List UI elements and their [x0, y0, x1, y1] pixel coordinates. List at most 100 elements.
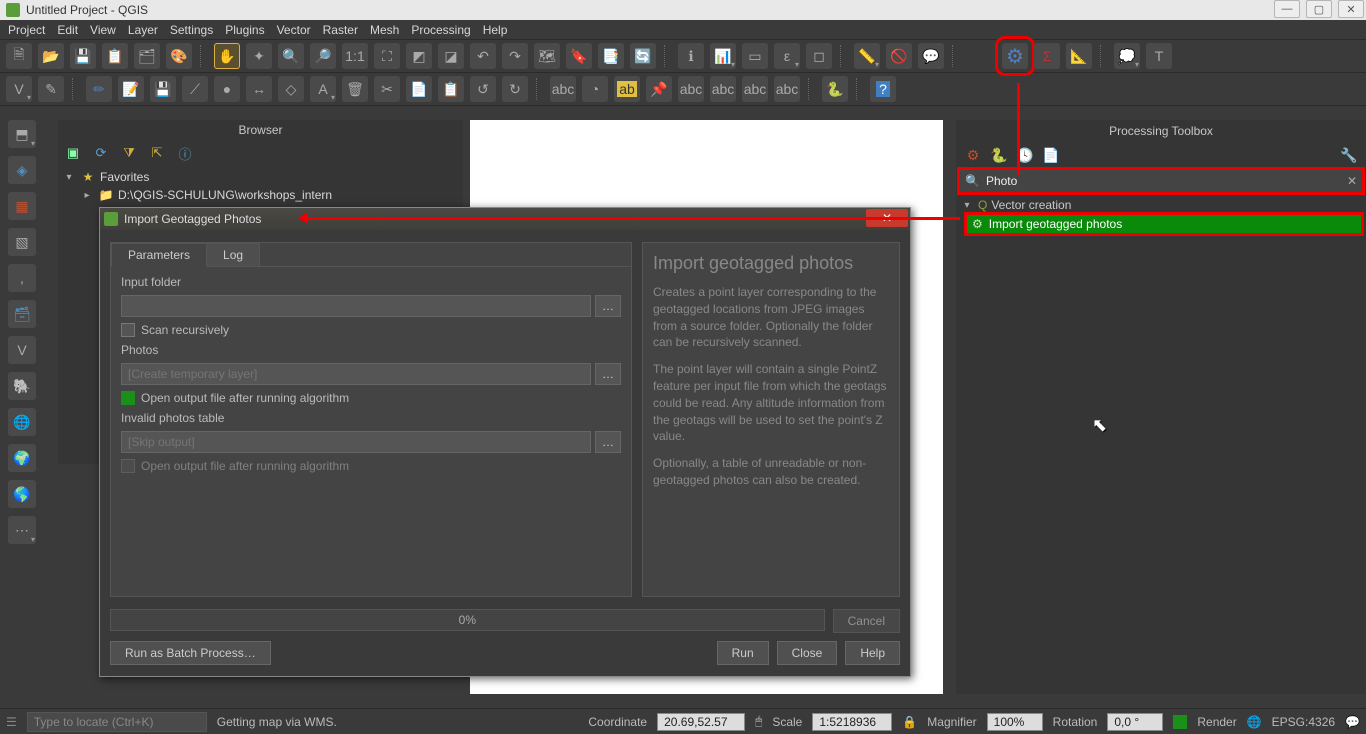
- measure-icon[interactable]: 📏: [854, 43, 880, 69]
- diagram-icon[interactable]: ◔: [582, 76, 608, 102]
- add-wms-icon[interactable]: 🌐: [8, 408, 36, 436]
- statistics-icon[interactable]: Σ: [1034, 43, 1060, 69]
- help-icon[interactable]: ?: [870, 76, 896, 102]
- zoom-next-icon[interactable]: ↷: [502, 43, 528, 69]
- add-postgis-icon[interactable]: 🐘: [8, 372, 36, 400]
- move-label-icon[interactable]: abc: [710, 76, 736, 102]
- add-wcs-icon[interactable]: 🌍: [8, 444, 36, 472]
- modify-attributes-icon[interactable]: A: [310, 76, 336, 102]
- annotation-icon[interactable]: 💭: [1114, 43, 1140, 69]
- add-vector-layer-icon[interactable]: V: [6, 76, 32, 102]
- menu-layer[interactable]: Layer: [128, 23, 158, 37]
- invalid-photos-field[interactable]: [121, 431, 591, 453]
- highlight-label-icon[interactable]: ab: [614, 76, 640, 102]
- scale-lock-icon[interactable]: 🔒: [902, 715, 917, 729]
- script-icon[interactable]: 🐍: [990, 146, 1008, 164]
- style-manager-icon[interactable]: 🎨: [166, 43, 192, 69]
- scale-field[interactable]: [812, 713, 892, 731]
- messages-icon[interactable]: ☰: [6, 715, 17, 729]
- cut-features-icon[interactable]: ✂: [374, 76, 400, 102]
- digitize-icon[interactable]: ⟋: [182, 76, 208, 102]
- options-icon[interactable]: 🔧: [1340, 146, 1358, 164]
- run-button[interactable]: Run: [717, 641, 769, 665]
- filter-browser-icon[interactable]: ⧩: [120, 144, 138, 162]
- log-messages-icon[interactable]: 💬: [1345, 715, 1360, 729]
- no-action-icon[interactable]: 🚫: [886, 43, 912, 69]
- scan-recursively-check[interactable]: Scan recursively: [121, 323, 621, 337]
- menu-processing[interactable]: Processing: [411, 23, 470, 37]
- menu-edit[interactable]: Edit: [57, 23, 78, 37]
- clear-search-icon[interactable]: ✕: [1347, 174, 1357, 188]
- undo-icon[interactable]: ↺: [470, 76, 496, 102]
- new-project-icon[interactable]: 🗎: [6, 43, 32, 69]
- zoom-native-icon[interactable]: 1:1: [342, 43, 368, 69]
- rotation-field[interactable]: [1107, 713, 1163, 731]
- input-folder-field[interactable]: [121, 295, 591, 317]
- favorite-path-node[interactable]: ▸ 📁 D:\QGIS-SCHULUNG\workshops_intern: [62, 186, 459, 204]
- crs-icon[interactable]: 🌐: [1247, 715, 1262, 729]
- toggle-editing-icon[interactable]: 📝: [118, 76, 144, 102]
- show-bookmarks-icon[interactable]: 📑: [598, 43, 624, 69]
- text-annotation-icon[interactable]: T: [1146, 43, 1172, 69]
- minimize-button[interactable]: —: [1274, 0, 1300, 18]
- add-mesh-icon[interactable]: ▧: [8, 228, 36, 256]
- browse-photos-button[interactable]: …: [595, 363, 621, 385]
- menu-raster[interactable]: Raster: [323, 23, 358, 37]
- menu-settings[interactable]: Settings: [170, 23, 213, 37]
- locator-input[interactable]: Type to locate (Ctrl+K): [27, 712, 207, 732]
- toolbox-search-input[interactable]: [984, 172, 1347, 190]
- zoom-last-icon[interactable]: ↶: [470, 43, 496, 69]
- photos-output-field[interactable]: [121, 363, 591, 385]
- favorites-node[interactable]: ▾ ★ Favorites: [62, 168, 459, 186]
- tab-parameters[interactable]: Parameters: [111, 243, 207, 267]
- zoom-layer-icon[interactable]: ◪: [438, 43, 464, 69]
- menu-help[interactable]: Help: [483, 23, 508, 37]
- close-window-button[interactable]: ✕: [1338, 0, 1364, 18]
- change-label-icon[interactable]: abc: [774, 76, 800, 102]
- move-feature-icon[interactable]: ↔: [246, 76, 272, 102]
- identify-icon[interactable]: ℹ: [678, 43, 704, 69]
- new-map-view-icon[interactable]: 🗺: [534, 43, 560, 69]
- menu-mesh[interactable]: Mesh: [370, 23, 399, 37]
- add-raster-icon[interactable]: ▦: [8, 192, 36, 220]
- select-by-expression-icon[interactable]: ε: [774, 43, 800, 69]
- help-button[interactable]: Help: [845, 641, 900, 665]
- map-tips-icon[interactable]: 💬: [918, 43, 944, 69]
- save-project-icon[interactable]: 💾: [70, 43, 96, 69]
- open-project-icon[interactable]: 📂: [38, 43, 64, 69]
- open-after-check-1[interactable]: Open output file after running algorithm: [121, 391, 621, 405]
- zoom-in-icon[interactable]: 🔍: [278, 43, 304, 69]
- new-print-layout-icon[interactable]: 📋: [102, 43, 128, 69]
- pan-to-selection-icon[interactable]: ✦: [246, 43, 272, 69]
- open-data-source-icon[interactable]: ⬒: [8, 120, 36, 148]
- collapse-all-icon[interactable]: ⇱: [148, 144, 166, 162]
- more-sources-icon[interactable]: ⋯: [8, 516, 36, 544]
- label-tool-icon[interactable]: abc: [550, 76, 576, 102]
- properties-icon[interactable]: ⓘ: [176, 144, 194, 162]
- run-batch-button[interactable]: Run as Batch Process…: [110, 641, 271, 665]
- new-geopackage-icon[interactable]: ◈: [8, 156, 36, 184]
- open-attribute-table-icon[interactable]: 📊: [710, 43, 736, 69]
- add-delimited-icon[interactable]: ,: [8, 264, 36, 292]
- refresh-icon[interactable]: 🔄: [630, 43, 656, 69]
- browse-input-folder-button[interactable]: …: [595, 295, 621, 317]
- add-feature-icon[interactable]: ●: [214, 76, 240, 102]
- render-checkbox[interactable]: [1173, 715, 1187, 729]
- delete-selected-icon[interactable]: 🗑: [342, 76, 368, 102]
- cancel-button[interactable]: Cancel: [833, 609, 900, 633]
- add-virtual-icon[interactable]: V: [8, 336, 36, 364]
- browse-invalid-button[interactable]: …: [595, 431, 621, 453]
- measure-line-icon[interactable]: 📐: [1066, 43, 1092, 69]
- vertex-tool-icon[interactable]: ◇: [278, 76, 304, 102]
- menu-vector[interactable]: Vector: [277, 23, 311, 37]
- paste-features-icon[interactable]: 📋: [438, 76, 464, 102]
- zoom-out-icon[interactable]: 🔎: [310, 43, 336, 69]
- add-layer-icon[interactable]: ▣: [64, 144, 82, 162]
- current-edits-icon[interactable]: ✏: [86, 76, 112, 102]
- select-features-icon[interactable]: ▭: [742, 43, 768, 69]
- tab-log[interactable]: Log: [206, 243, 260, 266]
- new-layer-icon[interactable]: ✎: [38, 76, 64, 102]
- add-spatialite-icon[interactable]: 🗃: [8, 300, 36, 328]
- maximize-button[interactable]: ▢: [1306, 0, 1332, 18]
- processing-toolbox-button[interactable]: ⚙: [1002, 43, 1028, 69]
